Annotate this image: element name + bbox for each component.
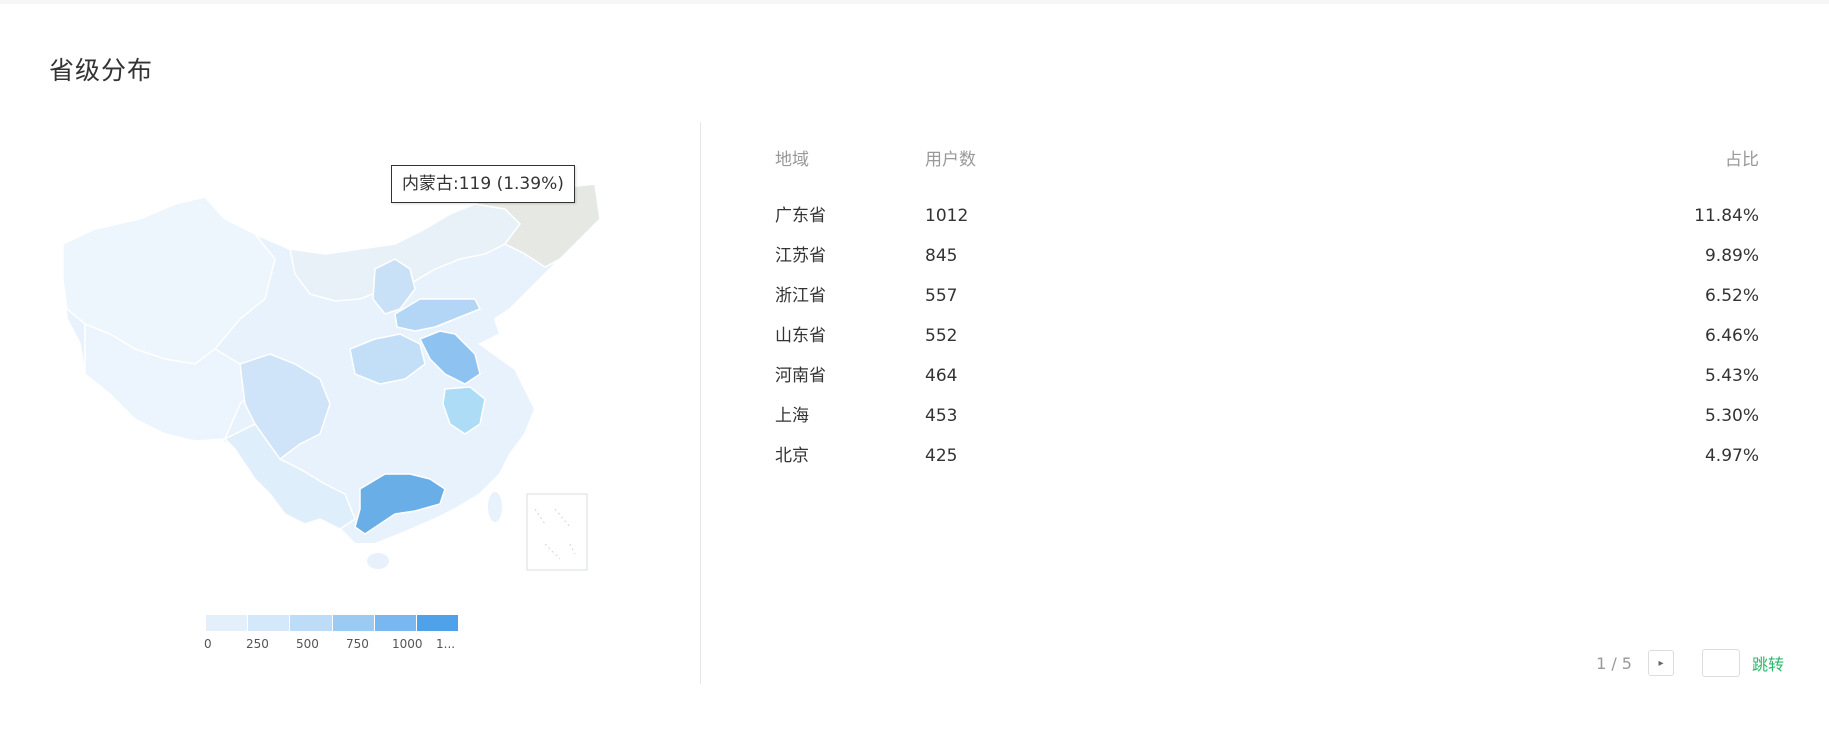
china-map[interactable]: [55, 149, 615, 579]
cell-region: 河南省: [775, 366, 826, 386]
jump-button[interactable]: 跳转: [1752, 651, 1784, 675]
page-indicator: 1 / 5: [1596, 653, 1632, 673]
cell-users: 464: [925, 366, 958, 386]
legend-tick: 1000: [392, 637, 423, 651]
legend-tick: 500: [296, 637, 319, 651]
cell-users: 552: [925, 326, 958, 346]
table-row: 江苏省 845 9.89%: [775, 245, 1759, 285]
caret-right-icon: ▸: [1658, 657, 1664, 669]
cell-ratio: 11.84%: [1694, 206, 1759, 226]
china-map-svg: [62, 182, 602, 571]
table-header-row: 地域 用户数 占比: [775, 149, 1759, 205]
header-ratio[interactable]: 占比: [1725, 149, 1759, 171]
cell-ratio: 4.97%: [1704, 446, 1759, 466]
cell-ratio: 6.46%: [1704, 326, 1759, 346]
vertical-divider: [700, 122, 701, 684]
cell-region: 山东省: [775, 326, 826, 346]
cell-ratio: 5.30%: [1704, 406, 1759, 426]
legend-tick: 250: [246, 637, 269, 651]
cell-users: 453: [925, 406, 958, 426]
cell-region: 广东省: [775, 206, 826, 226]
table-row: 河南省 464 5.43%: [775, 365, 1759, 405]
map-region-taiwan[interactable]: [488, 492, 502, 522]
table-row: 上海 453 5.30%: [775, 405, 1759, 445]
legend-segment[interactable]: [374, 615, 417, 631]
map-south-sea-inset: [526, 493, 588, 571]
legend-ticks: 0 250 500 750 1000 1...: [204, 637, 466, 655]
legend-color-bar[interactable]: [206, 615, 459, 631]
legend-tick: 750: [346, 637, 369, 651]
cell-users: 845: [925, 246, 958, 266]
cell-region: 江苏省: [775, 246, 826, 266]
map-tooltip: 内蒙古:119 (1.39%): [391, 165, 575, 203]
header-region[interactable]: 地域: [775, 149, 809, 171]
province-table: 地域 用户数 占比 广东省 1012 11.84% 江苏省 845 9.89% …: [775, 149, 1759, 485]
page-jump-input[interactable]: [1701, 649, 1740, 677]
map-legend: 0 250 500 750 1000 1...: [204, 615, 459, 655]
table-row: 山东省 552 6.46%: [775, 325, 1759, 365]
cell-users: 1012: [925, 206, 969, 226]
cell-ratio: 9.89%: [1704, 246, 1759, 266]
legend-segment[interactable]: [248, 615, 291, 631]
legend-segment[interactable]: [332, 615, 375, 631]
cell-region: 北京: [775, 446, 809, 466]
cell-users: 557: [925, 286, 958, 306]
next-page-button[interactable]: ▸: [1647, 650, 1674, 676]
table-row: 浙江省 557 6.52%: [775, 285, 1759, 325]
table-row: 北京 425 4.97%: [775, 445, 1759, 485]
cell-ratio: 5.43%: [1704, 366, 1759, 386]
cell-ratio: 6.52%: [1704, 286, 1759, 306]
map-region-hainan[interactable]: [367, 553, 389, 569]
province-distribution-card: 省级分布 内蒙古:119 (1.39%) 0 250 500 750 1000 …: [0, 4, 1829, 729]
cell-region: 上海: [775, 406, 809, 426]
table-row: 广东省 1012 11.84%: [775, 205, 1759, 245]
legend-segment[interactable]: [416, 615, 459, 631]
legend-tick: 0: [204, 637, 212, 651]
cell-region: 浙江省: [775, 286, 826, 306]
legend-segment[interactable]: [290, 615, 333, 631]
section-title: 省级分布: [49, 56, 154, 85]
header-users[interactable]: 用户数: [925, 149, 976, 171]
legend-segment[interactable]: [206, 615, 249, 631]
cell-users: 425: [925, 446, 958, 466]
pagination: 1 / 5 ▸ 跳转: [1596, 648, 1784, 678]
legend-tick: 1...: [436, 637, 456, 651]
